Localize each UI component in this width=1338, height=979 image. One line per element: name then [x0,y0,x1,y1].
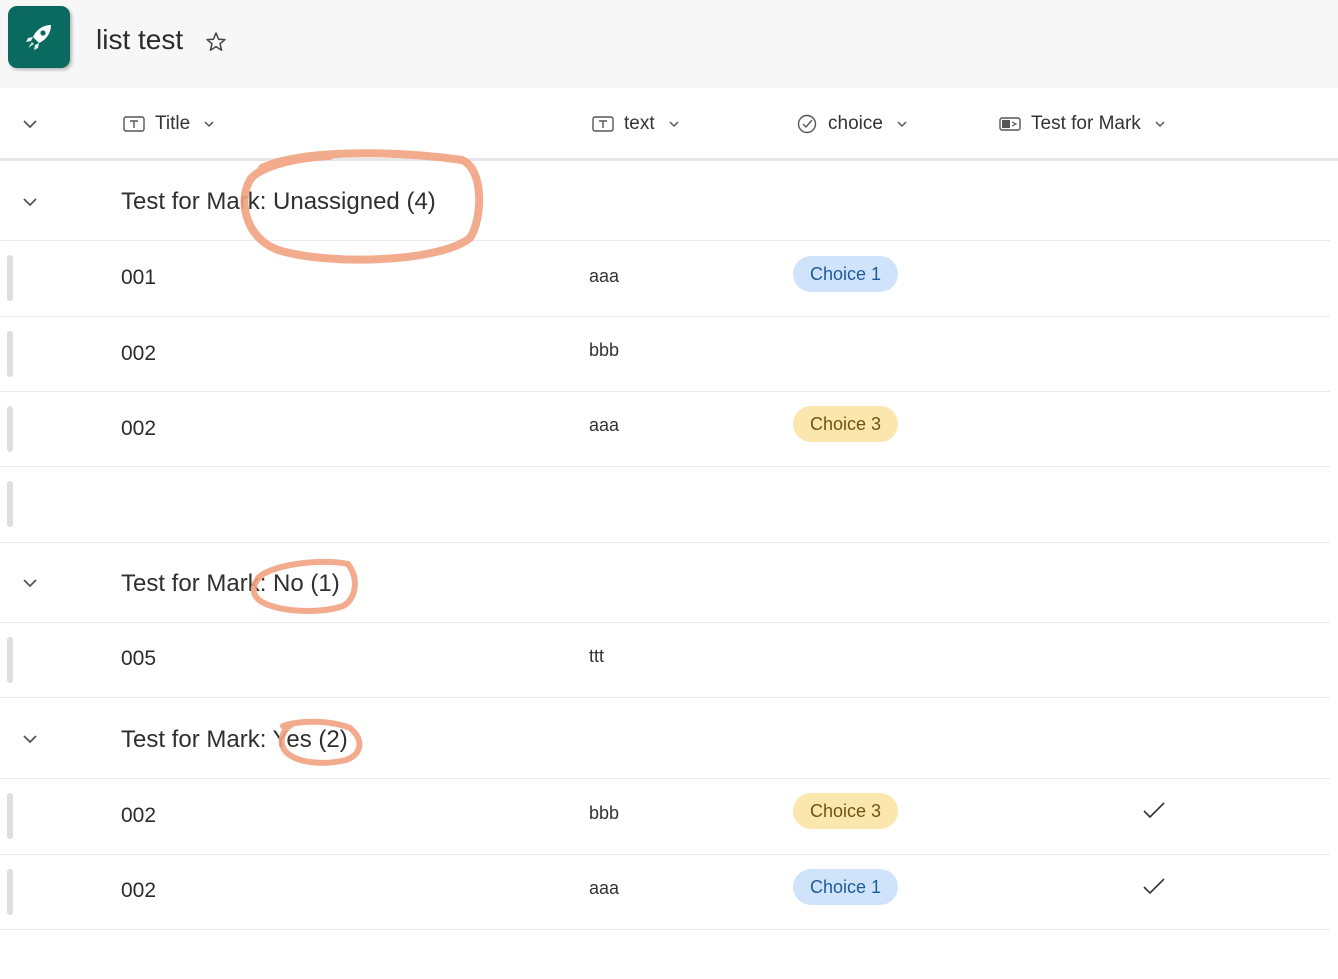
column-header-title[interactable]: Title [123,112,216,136]
group-header-yes[interactable]: Test for Mark: Yes (2) [0,698,1330,779]
chevron-down-icon[interactable] [20,573,40,598]
column-label: text [624,113,655,134]
table-row[interactable]: 001 aaa Choice 1 [0,241,1330,317]
chevron-down-icon[interactable] [20,729,40,754]
row-selection-bar[interactable] [7,793,13,839]
column-label: Test for Mark [1031,113,1141,134]
column-label: Title [155,113,191,134]
checkmark-icon [1142,801,1166,826]
table-row[interactable]: 002 bbb [0,317,1330,392]
choice-pill: Choice 3 [793,406,898,442]
table-row[interactable]: 005 ttt [0,623,1330,698]
group-label: Test for Mark: Yes (2) [121,726,348,753]
cell-title: 005 [121,647,157,670]
column-label: choice [828,113,883,134]
row-selection-bar[interactable] [7,331,13,377]
row-selection-bar[interactable] [7,255,13,301]
column-header-row: Title text choice Test for Mark [0,90,1338,161]
table-row[interactable]: 002 aaa Choice 1 [0,855,1330,930]
choice-pill: Choice 1 [793,256,898,292]
column-header-choice[interactable]: choice [796,112,909,136]
cell-title: 002 [121,342,157,365]
column-header-test-for-mark[interactable]: Test for Mark [999,112,1167,136]
row-selection-bar[interactable] [7,637,13,683]
chevron-down-icon[interactable] [895,117,909,131]
table-row[interactable]: 002 aaa Choice 3 [0,392,1330,467]
choice-pill: Choice 1 [793,869,898,905]
group-label: Test for Mark: No (1) [121,570,340,597]
row-selection-bar[interactable] [7,869,13,915]
collapse-all-chevron-icon[interactable] [20,114,40,139]
text-field-icon [592,115,614,133]
chevron-down-icon[interactable] [20,192,40,217]
cell-text: aaa [589,266,620,286]
choice-icon [796,113,818,135]
row-selection-bar[interactable] [7,481,13,527]
chevron-down-icon[interactable] [667,117,681,131]
chevron-down-icon[interactable] [1153,117,1167,131]
cell-title: 002 [121,804,157,827]
group-header-unassigned[interactable]: Test for Mark: Unassigned (4) [0,162,1330,241]
cell-title: 002 [121,879,157,902]
chevron-down-icon[interactable] [202,117,216,131]
table-row[interactable]: 002 bbb Choice 3 [0,779,1330,855]
cell-text: ttt [589,646,605,666]
yes-no-icon [999,115,1021,133]
cell-text: aaa [589,415,620,435]
rocket-icon[interactable] [8,6,70,68]
star-icon[interactable] [204,30,228,59]
checkmark-icon [1142,877,1166,902]
group-label: Test for Mark: Unassigned (4) [121,188,436,215]
text-field-icon [123,115,145,133]
cell-text: bbb [589,803,620,823]
list-header: list test [0,0,1338,88]
row-selection-bar[interactable] [7,406,13,452]
column-header-text[interactable]: text [592,112,681,136]
table-row-empty[interactable] [0,467,1330,543]
cell-text: bbb [589,340,620,360]
cell-title: 002 [121,417,157,440]
page-title: list test [96,24,184,55]
group-header-no[interactable]: Test for Mark: No (1) [0,543,1330,623]
cell-title: 001 [121,266,157,289]
cell-text: aaa [589,878,620,898]
choice-pill: Choice 3 [793,793,898,829]
